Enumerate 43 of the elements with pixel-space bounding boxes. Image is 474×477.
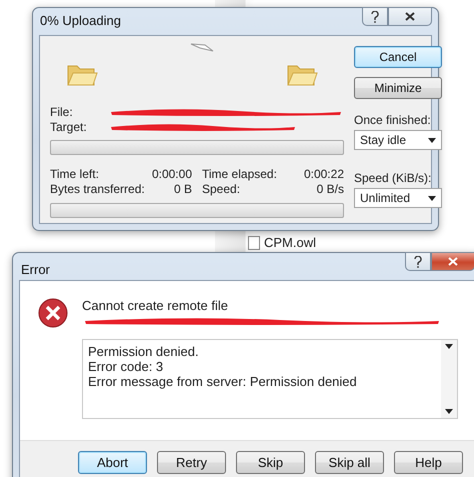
help-icon — [371, 10, 379, 22]
error-heading: Cannot create remote file — [82, 298, 229, 313]
caret-icon — [428, 196, 436, 200]
error-icon — [38, 298, 68, 328]
help-button[interactable] — [362, 7, 388, 26]
dialog-button[interactable]: Abort — [78, 451, 147, 474]
stat-value: 0:00:22 — [304, 167, 344, 182]
stat-label: Bytes transferred: — [50, 182, 145, 197]
file-icon — [248, 236, 260, 250]
once-finished-label: Once finished: — [354, 113, 432, 127]
dialog-button[interactable]: Help — [394, 451, 463, 474]
dialog-button[interactable]: Skip all — [315, 451, 384, 474]
close-icon — [448, 257, 458, 266]
minimize-button[interactable]: Minimize — [354, 77, 442, 99]
speed-limit-label: Speed (KiB/s): — [354, 171, 432, 185]
stat-label: Time elapsed: — [202, 167, 277, 182]
scrollbar[interactable] — [441, 340, 457, 418]
file-name: CPM.owl — [264, 235, 316, 250]
stat-value: 0:00:00 — [152, 167, 192, 182]
speed-limit-dropdown[interactable]: Unlimited — [354, 188, 442, 208]
cancel-button[interactable]: Cancel — [354, 46, 442, 68]
help-button[interactable] — [405, 252, 431, 271]
help-icon — [414, 256, 422, 268]
detail-line: Permission denied. — [88, 344, 200, 359]
close-button[interactable] — [388, 7, 432, 26]
close-icon — [405, 12, 415, 21]
stat-value: 0 B — [174, 182, 192, 197]
caret-icon — [445, 344, 453, 349]
file-label: File: — [50, 104, 74, 118]
window-title: 0% Uploading — [40, 13, 121, 28]
once-finished-dropdown[interactable]: Stay idle — [354, 130, 442, 150]
caret-icon — [428, 138, 436, 142]
window-title: Error — [21, 262, 50, 277]
detail-line: Error code: 3 — [88, 359, 164, 374]
paper-icon — [190, 42, 214, 52]
target-label: Target: — [50, 120, 88, 134]
stat-label: Time left: — [50, 167, 99, 182]
dialog-button[interactable]: Retry — [157, 451, 226, 474]
stat-label: Speed: — [202, 182, 240, 197]
dialog-button[interactable]: Skip — [236, 451, 305, 474]
caret-icon — [445, 409, 453, 414]
stat-value: 0 B/s — [316, 182, 344, 197]
detail-line: Error message from server: Permission denied — [88, 374, 358, 389]
